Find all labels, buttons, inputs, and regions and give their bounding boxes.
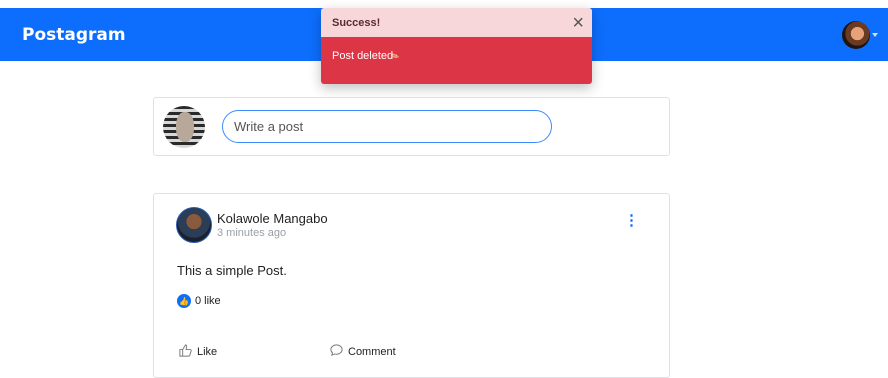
brand-logo-text[interactable]: Postagram [22, 25, 126, 45]
like-button-label: Like [197, 346, 218, 358]
comment-button-label: Comment [348, 346, 396, 358]
chevron-down-icon [872, 32, 878, 37]
post-actions: Like Comment [178, 343, 396, 361]
toast-body: Post deleted ✎ [321, 37, 592, 84]
post-timestamp: 3 minutes ago [217, 227, 287, 239]
like-summary: 👍 0 like [177, 294, 221, 308]
author-name[interactable]: Kolawole Mangabo [217, 211, 328, 226]
comment-bubble-icon [329, 343, 344, 361]
write-post-input[interactable] [222, 110, 552, 143]
close-icon[interactable]: × [572, 13, 584, 33]
like-button[interactable]: Like [178, 343, 329, 361]
toast-title: Success! [332, 16, 381, 29]
thumbs-up-icon [178, 343, 193, 361]
like-count-label: 0 like [195, 295, 221, 307]
post-header: Kolawole Mangabo 3 minutes ago [176, 207, 328, 243]
post-composer [153, 97, 670, 156]
user-avatar[interactable] [842, 20, 870, 49]
toast-header: Success! × [321, 8, 592, 37]
success-toast: Success! × Post deleted ✎ [321, 8, 592, 84]
thumbs-up-filled-icon: 👍 [177, 294, 191, 308]
more-options-icon[interactable]: ⋮ [624, 211, 639, 229]
post-body-text: This a simple Post. [177, 263, 287, 278]
toast-message: Post deleted [332, 50, 394, 62]
post-card: Kolawole Mangabo 3 minutes ago ⋮ This a … [153, 193, 670, 378]
composer-avatar [163, 105, 205, 148]
comment-button[interactable]: Comment [329, 343, 396, 361]
author-avatar[interactable] [176, 207, 212, 243]
user-menu-toggle[interactable] [842, 20, 878, 49]
